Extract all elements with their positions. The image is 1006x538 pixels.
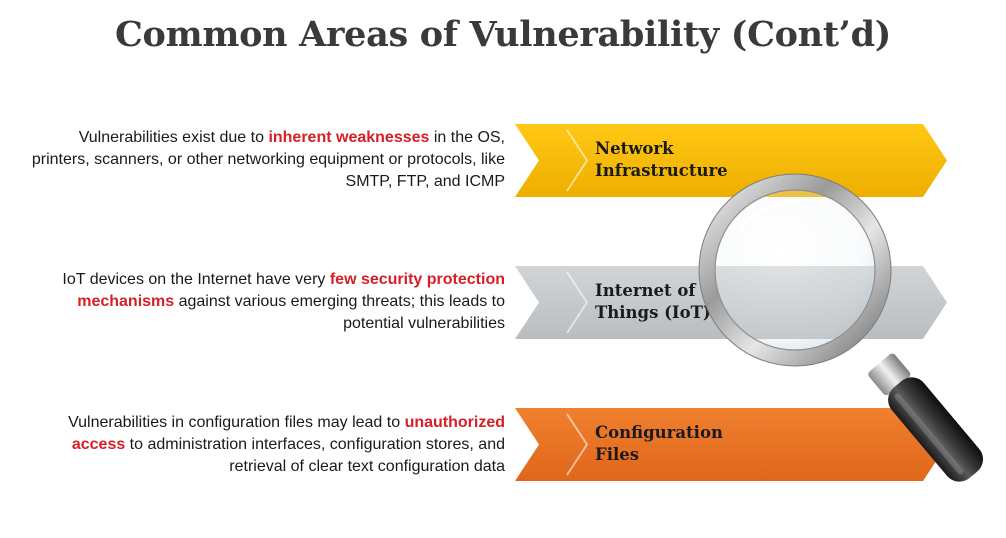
banner-label-line: Network — [595, 139, 674, 158]
description-network-infrastructure: Vulnerabilities exist due to inherent we… — [20, 127, 505, 193]
description-iot: IoT devices on the Internet have very fe… — [20, 269, 505, 335]
page-title: Common Areas of Vulnerability (Cont’d) — [115, 14, 891, 55]
description-configuration-files: Vulnerabilities in configuration files m… — [20, 412, 505, 478]
description-text: Vulnerabilities exist due to — [78, 129, 269, 146]
description-text: against various emerging threats; this l… — [174, 293, 505, 332]
description-text: to administration interfaces, configurat… — [125, 436, 505, 475]
magnifying-glass-icon — [690, 170, 1000, 500]
description-text: Vulnerabilities in configuration files m… — [68, 414, 405, 431]
highlighted-text: inherent weaknesses — [268, 129, 430, 146]
description-text: IoT devices on the Internet have very — [62, 271, 330, 288]
